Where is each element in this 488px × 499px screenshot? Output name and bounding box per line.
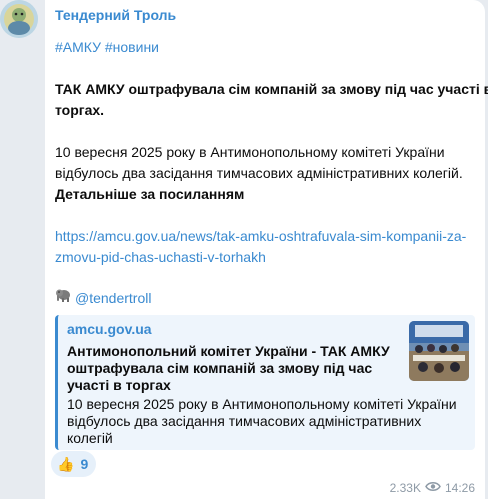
article-link-line-1[interactable]: https://amcu.gov.ua/news/tak-amku-oshtra… xyxy=(55,228,466,244)
preview-desc-line: 10 вересня 2025 року в Антимонопольному … xyxy=(67,396,457,412)
signature-handle[interactable]: @tendertroll xyxy=(75,288,151,309)
body-line-2: відбулось два засідання тимчасових адмін… xyxy=(55,165,463,181)
channel-avatar[interactable] xyxy=(0,0,38,38)
preview-description: 10 вересня 2025 року в Антимонопольному … xyxy=(67,396,472,447)
eye-icon xyxy=(425,481,441,495)
headline-line-2: торгах. xyxy=(55,102,105,118)
preview-desc-line: відбулось два засідання тимчасових адмін… xyxy=(67,413,422,429)
preview-title-line: участі в торгах xyxy=(67,377,171,393)
preview-thumbnail xyxy=(409,321,469,381)
signature: @tendertroll xyxy=(55,288,475,308)
article-link-line-2[interactable]: zmovu-pid-chas-uchasti-v-torhakh xyxy=(55,249,266,265)
reaction-count: 9 xyxy=(80,456,89,472)
preview-title: Антимонопольний комітет України - ТАК АМ… xyxy=(67,343,397,394)
preview-desc-line: колегій xyxy=(67,430,113,446)
hashtags[interactable]: #АМКУ #новини xyxy=(55,39,159,55)
details-text: Детальніше за посиланням xyxy=(55,186,245,202)
thumbs-up-icon: 👍 xyxy=(57,455,75,472)
preview-title-line: оштрафувала сім компаній за змову під ча… xyxy=(67,360,373,376)
views-count: 2.33K xyxy=(389,481,421,495)
message-meta: 2.33K 14:26 xyxy=(390,481,475,495)
channel-name[interactable]: Тендерний Троль xyxy=(55,6,475,24)
message-bubble: Тендерний Троль #АМКУ #новини ТАК АМКУ о… xyxy=(45,0,488,499)
link-preview[interactable]: amcu.gov.ua Антимонопольний комітет Укра… xyxy=(55,315,475,450)
message-time: 14:26 xyxy=(444,481,475,495)
reaction-thumbs-up[interactable]: 👍 9 xyxy=(51,451,97,477)
elephant-icon xyxy=(55,287,71,309)
body-line-1: 10 вересня 2025 року в Антимонопольному … xyxy=(55,144,445,160)
headline-line-1: ТАК АМКУ оштрафувала сім компаній за змо… xyxy=(55,81,488,97)
preview-title-line: Антимонопольний комітет України - ТАК АМ… xyxy=(67,343,390,359)
message-text: #АМКУ #новини ТАК АМКУ оштрафувала сім к… xyxy=(55,37,488,308)
